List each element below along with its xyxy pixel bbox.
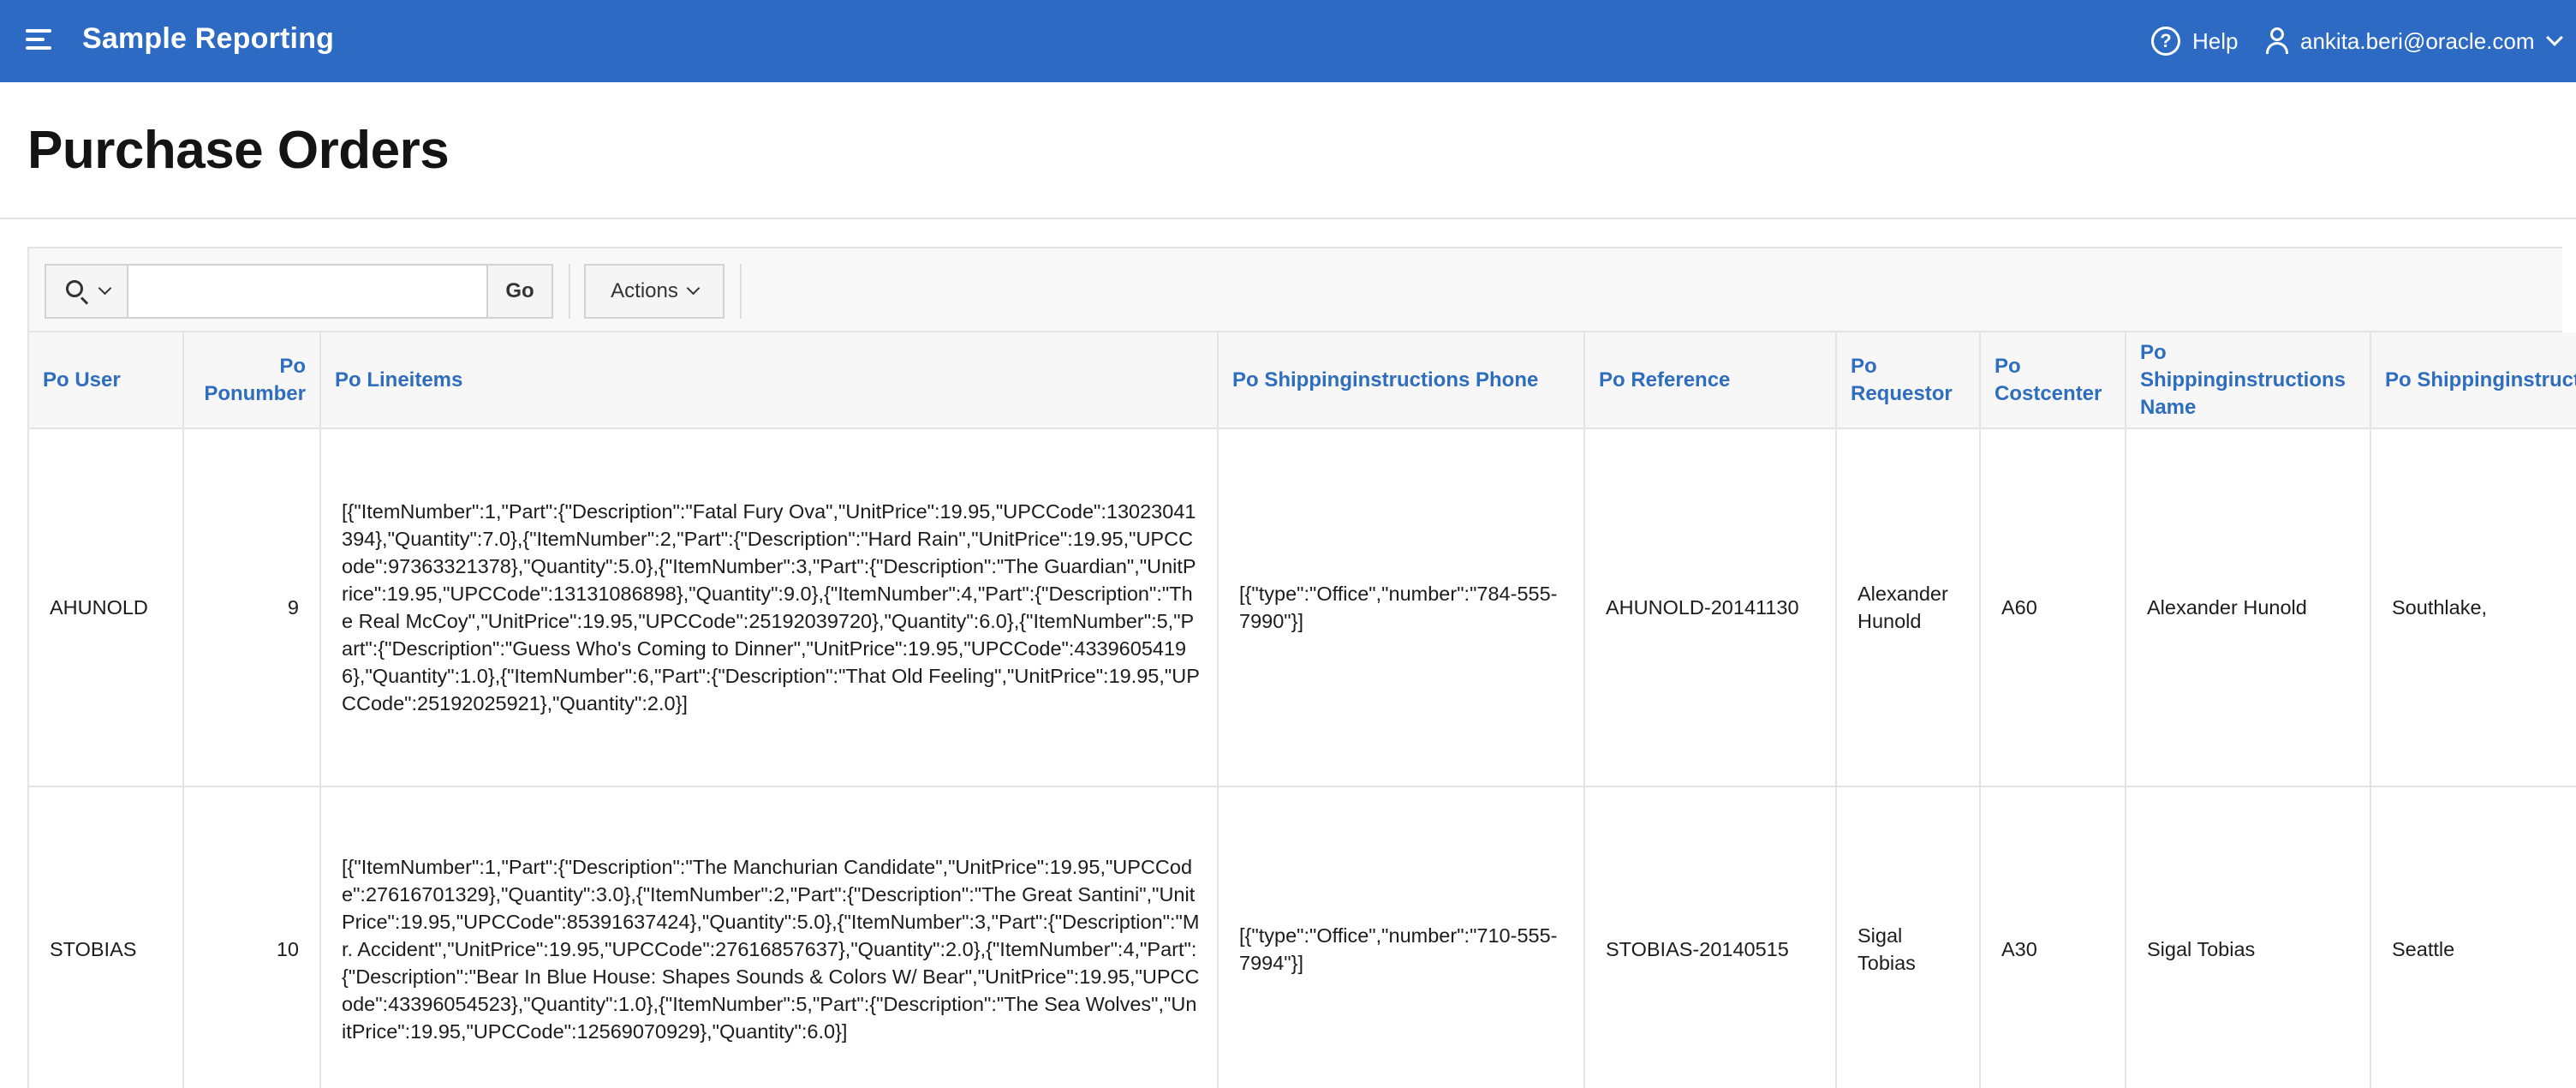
cell-city: Southlake, <box>2370 428 2576 787</box>
cell-costcenter: A60 <box>1980 428 2126 787</box>
help-link[interactable]: ? Help <box>2151 26 2238 57</box>
search-group: Go <box>45 264 553 319</box>
chevron-down-icon <box>686 281 701 296</box>
column-header-po-ship-city[interactable]: Po Shippinginstructions Address City <box>2370 332 2576 429</box>
table-row: STOBIAS 10 [{"ItemNumber":1,"Part":{"Des… <box>29 786 2576 1088</box>
help-label: Help <box>2192 27 2239 54</box>
go-button[interactable]: Go <box>486 266 552 317</box>
column-header-po-ponumber[interactable]: Po Ponumber <box>183 332 321 429</box>
search-column-selector[interactable] <box>46 266 128 317</box>
actions-menu-button[interactable]: Actions <box>584 264 724 319</box>
cell-ponumber: 10 <box>183 786 321 1088</box>
search-input[interactable] <box>128 266 486 317</box>
top-navigation-bar: Sample Reporting ? Help ankita.beri@orac… <box>0 0 2576 82</box>
cell-lineitems: [{"ItemNumber":1,"Part":{"Description":"… <box>320 786 1219 1088</box>
toolbar-separator <box>569 264 570 319</box>
column-header-po-costcenter[interactable]: Po Costcenter <box>1980 332 2126 429</box>
cell-city: Seattle <box>2370 786 2576 1088</box>
user-menu[interactable]: ankita.beri@oracle.com <box>2264 26 2563 57</box>
app-title[interactable]: Sample Reporting <box>82 22 334 56</box>
cell-user: AHUNOLD <box>29 428 184 787</box>
cell-requestor: Alexander Hunold <box>1836 428 1981 787</box>
cell-lineitems: [{"ItemNumber":1,"Part":{"Description":"… <box>320 428 1219 787</box>
report-toolbar: Go Actions <box>29 248 2562 332</box>
divider <box>0 218 2576 219</box>
cell-ponumber: 9 <box>183 428 321 787</box>
user-icon <box>2264 27 2290 56</box>
interactive-report: Go Actions Po User Po Ponumber Po Lineit… <box>27 247 2576 1088</box>
chevron-down-icon <box>98 281 111 296</box>
report-table: Po User Po Ponumber Po Lineitems Po Ship… <box>29 332 2576 1088</box>
cell-phone: [{"type":"Office","number":"710-555-7994… <box>1218 786 1585 1088</box>
cell-phone: [{"type":"Office","number":"784-555-7990… <box>1218 428 1585 787</box>
column-header-po-ship-name[interactable]: Po Shippinginstructions Name <box>2126 332 2371 429</box>
cell-requestor: Sigal Tobias <box>1836 786 1981 1088</box>
cell-costcenter: A30 <box>1980 786 2126 1088</box>
header-row: Po User Po Ponumber Po Lineitems Po Ship… <box>29 332 2576 429</box>
column-header-po-phone[interactable]: Po Shippinginstructions Phone <box>1218 332 1585 429</box>
column-header-po-requestor[interactable]: Po Requestor <box>1836 332 1981 429</box>
user-email: ankita.beri@oracle.com <box>2300 27 2535 54</box>
page-title: Purchase Orders <box>27 121 450 180</box>
column-header-po-user[interactable]: Po User <box>29 332 184 429</box>
cell-ship-name: Alexander Hunold <box>2126 428 2371 787</box>
table-row: AHUNOLD 9 [{"ItemNumber":1,"Part":{"Desc… <box>29 428 2576 787</box>
help-icon: ? <box>2151 27 2180 56</box>
cell-reference: AHUNOLD-20141130 <box>1584 428 1837 787</box>
cell-ship-name: Sigal Tobias <box>2126 786 2371 1088</box>
cell-reference: STOBIAS-20140515 <box>1584 786 1837 1088</box>
actions-label: Actions <box>611 279 678 302</box>
hamburger-menu-icon[interactable] <box>22 26 57 57</box>
cell-user: STOBIAS <box>29 786 184 1088</box>
toolbar-separator <box>740 264 742 319</box>
chevron-down-icon <box>2545 29 2563 46</box>
search-icon <box>64 278 90 305</box>
column-header-po-lineitems[interactable]: Po Lineitems <box>320 332 1219 429</box>
column-header-po-reference[interactable]: Po Reference <box>1584 332 1837 429</box>
